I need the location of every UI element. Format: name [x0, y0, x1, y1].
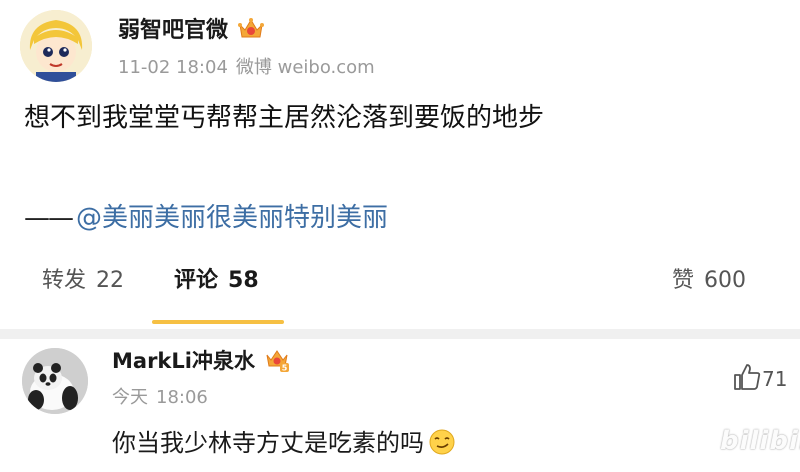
like-label: 赞: [672, 268, 695, 293]
comment-clock: 18:06: [156, 387, 208, 408]
commenter-name-text[interactable]: MarkLi冲泉水: [112, 349, 255, 373]
commenter-name[interactable]: MarkLi冲泉水 5: [112, 346, 289, 380]
comment-day: 今天: [112, 387, 148, 408]
commenter-avatar[interactable]: [22, 348, 88, 414]
vip-crown-icon: 5: [265, 348, 289, 380]
thumbs-up-icon: [734, 364, 761, 390]
comment-like-count: 71: [762, 367, 788, 391]
repost-prefix: ——: [24, 203, 74, 233]
repost-tab[interactable]: 转发 22: [42, 264, 124, 298]
repost-count: 22: [96, 268, 125, 293]
repost-mention-link[interactable]: @美丽美丽很美丽特别美丽: [76, 203, 388, 233]
comment-text-body: 你当我少林寺方丈是吃素的吗: [112, 429, 424, 457]
repost-label: 转发: [42, 268, 87, 293]
section-divider: [0, 329, 800, 339]
author-name[interactable]: 弱智吧官微: [118, 16, 265, 50]
vip-crown-icon: [238, 17, 265, 50]
post-meta: 11-02 18:04 微博 weibo.com: [118, 56, 375, 80]
watermark-text: bilibili: [720, 426, 800, 456]
comment-text: 你当我少林寺方丈是吃素的吗: [112, 426, 456, 465]
comment-tab[interactable]: 评论 58: [174, 264, 259, 298]
post-text: 想不到我堂堂丐帮帮主居然沦落到要饭的地步: [24, 103, 545, 133]
comment-time: 今天 18:06: [112, 386, 208, 410]
author-name-text[interactable]: 弱智吧官微: [118, 18, 228, 43]
comment-count: 58: [228, 268, 259, 293]
active-tab-indicator: [152, 320, 284, 324]
post-source: 微博 weibo.com: [235, 57, 375, 78]
like-tab[interactable]: 赞 600: [672, 264, 746, 298]
comment-label: 评论: [174, 268, 219, 293]
author-avatar[interactable]: [20, 10, 92, 82]
smirk-emoji-icon: [428, 428, 456, 465]
vip-level-badge: 5: [282, 364, 288, 373]
comment-like-button[interactable]: 71: [732, 362, 787, 394]
like-count: 600: [704, 268, 747, 293]
post-date: 11-02 18:04: [118, 57, 228, 78]
repost-line: —— @美丽美丽很美丽特别美丽: [24, 200, 388, 236]
